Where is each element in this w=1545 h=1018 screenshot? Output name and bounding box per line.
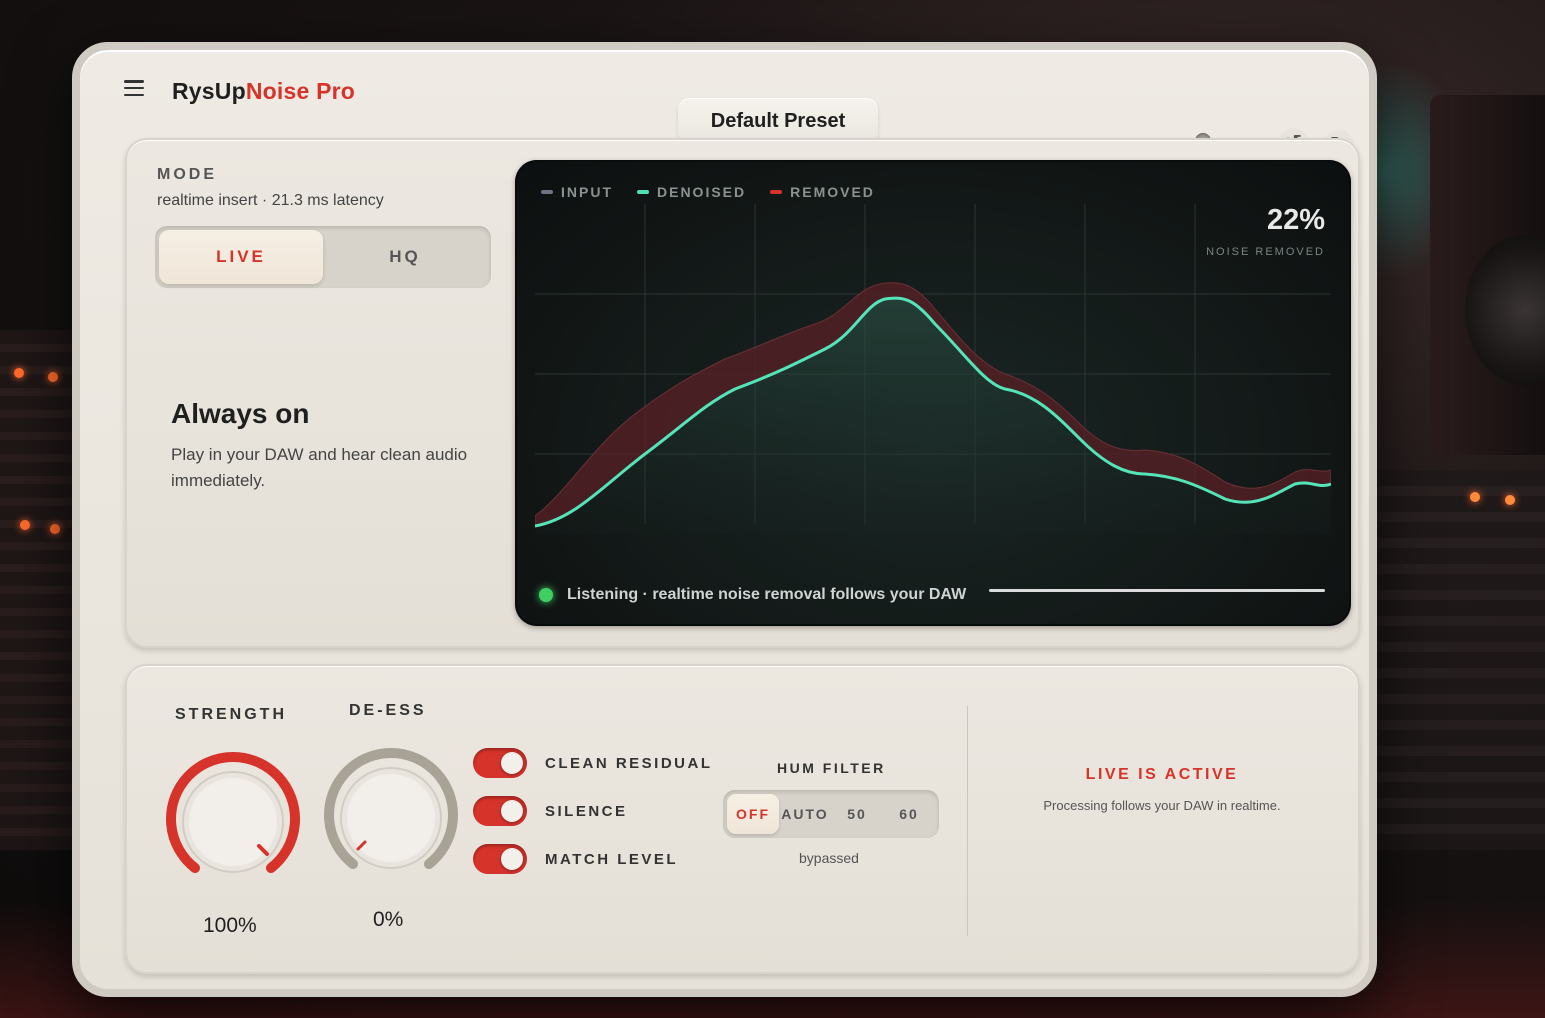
mode-panel: MODE realtime insert · 21.3 ms latency L… — [125, 138, 1360, 648]
legend-removed-swatch — [770, 190, 783, 194]
toggle-match-level: MATCH LEVEL — [473, 844, 678, 874]
listening-status: Listening · realtime noise removal follo… — [539, 586, 966, 604]
status-progress-line — [989, 589, 1325, 592]
legend-removed: REMOVED — [770, 184, 875, 200]
status-indicator-icon — [539, 588, 553, 602]
live-status-title: LIVE IS ACTIVE — [1085, 766, 1239, 783]
hum-50-button[interactable]: 50 — [831, 794, 883, 834]
status-text: Listening · realtime noise removal follo… — [567, 586, 967, 603]
plugin-window: RysUpNoise Pro Default Preset ☼ ↺ ↻ MODE… — [72, 42, 1377, 997]
strength-knob-graphic[interactable] — [163, 750, 303, 890]
hum-filter-segmented-control: OFF AUTO 50 60 — [723, 790, 939, 838]
mode-hq-button[interactable]: HQ — [323, 230, 487, 284]
controls-panel: STRENGTH 100% DE-ESS 0% CLEAN RESIDUAL S… — [125, 664, 1360, 974]
deess-label: DE-ESS — [349, 702, 427, 719]
clean-residual-switch[interactable] — [473, 748, 527, 778]
title-bar: RysUpNoise Pro Default Preset ☼ ↺ ↻ — [80, 50, 1369, 160]
background-mixer-right — [1375, 470, 1545, 850]
mode-description: Play in your DAW and hear clean audio im… — [171, 445, 468, 490]
mode-heading: Always on — [171, 398, 310, 429]
legend-input-swatch — [541, 190, 553, 194]
deess-value: 0% — [373, 908, 404, 931]
toggle-clean-residual: CLEAN RESIDUAL — [473, 748, 713, 778]
hum-filter-status: bypassed — [799, 850, 859, 866]
mode-live-button[interactable]: LIVE — [159, 230, 323, 284]
clean-residual-label: CLEAN RESIDUAL — [545, 754, 713, 772]
silence-switch[interactable] — [473, 796, 527, 826]
strength-label: STRENGTH — [175, 706, 287, 723]
background-mixer-left — [0, 330, 80, 850]
background-speaker — [1430, 95, 1545, 455]
toggle-silence: SILENCE — [473, 796, 628, 826]
hum-auto-button[interactable]: AUTO — [779, 794, 831, 834]
legend-input-label: INPUT — [561, 184, 613, 200]
legend-input: INPUT — [541, 184, 613, 200]
legend-denoised-label: DENOISED — [657, 184, 747, 200]
legend-denoised: DENOISED — [637, 184, 746, 200]
live-status-description: Processing follows your DAW in realtime. — [1043, 798, 1281, 813]
app-title: RysUpNoise Pro — [172, 78, 355, 105]
mode-segmented-control: LIVE HQ — [155, 226, 491, 288]
legend-denoised-swatch — [637, 190, 649, 194]
hum-off-button[interactable]: OFF — [727, 794, 779, 834]
spectrum-display: INPUT DENOISED REMOVED 22% NOISE REMOVED — [515, 160, 1351, 626]
deess-knob-graphic[interactable] — [321, 746, 461, 886]
spectrum-plot — [535, 204, 1331, 534]
brand-name: RysUp — [172, 78, 246, 104]
panel-divider — [967, 706, 968, 936]
menu-icon[interactable] — [124, 80, 144, 96]
silence-label: SILENCE — [545, 802, 628, 820]
strength-value: 100% — [203, 914, 257, 937]
mode-label: MODE — [157, 166, 217, 183]
hum-filter-label: HUM FILTER — [777, 760, 886, 776]
legend-removed-label: REMOVED — [790, 184, 875, 200]
match-level-switch[interactable] — [473, 844, 527, 874]
mode-subtitle: realtime insert · 21.3 ms latency — [157, 192, 384, 209]
match-level-label: MATCH LEVEL — [545, 850, 679, 868]
brand-product: Noise Pro — [245, 78, 356, 104]
hum-60-button[interactable]: 60 — [883, 794, 935, 834]
graph-legend: INPUT DENOISED REMOVED — [541, 184, 875, 200]
